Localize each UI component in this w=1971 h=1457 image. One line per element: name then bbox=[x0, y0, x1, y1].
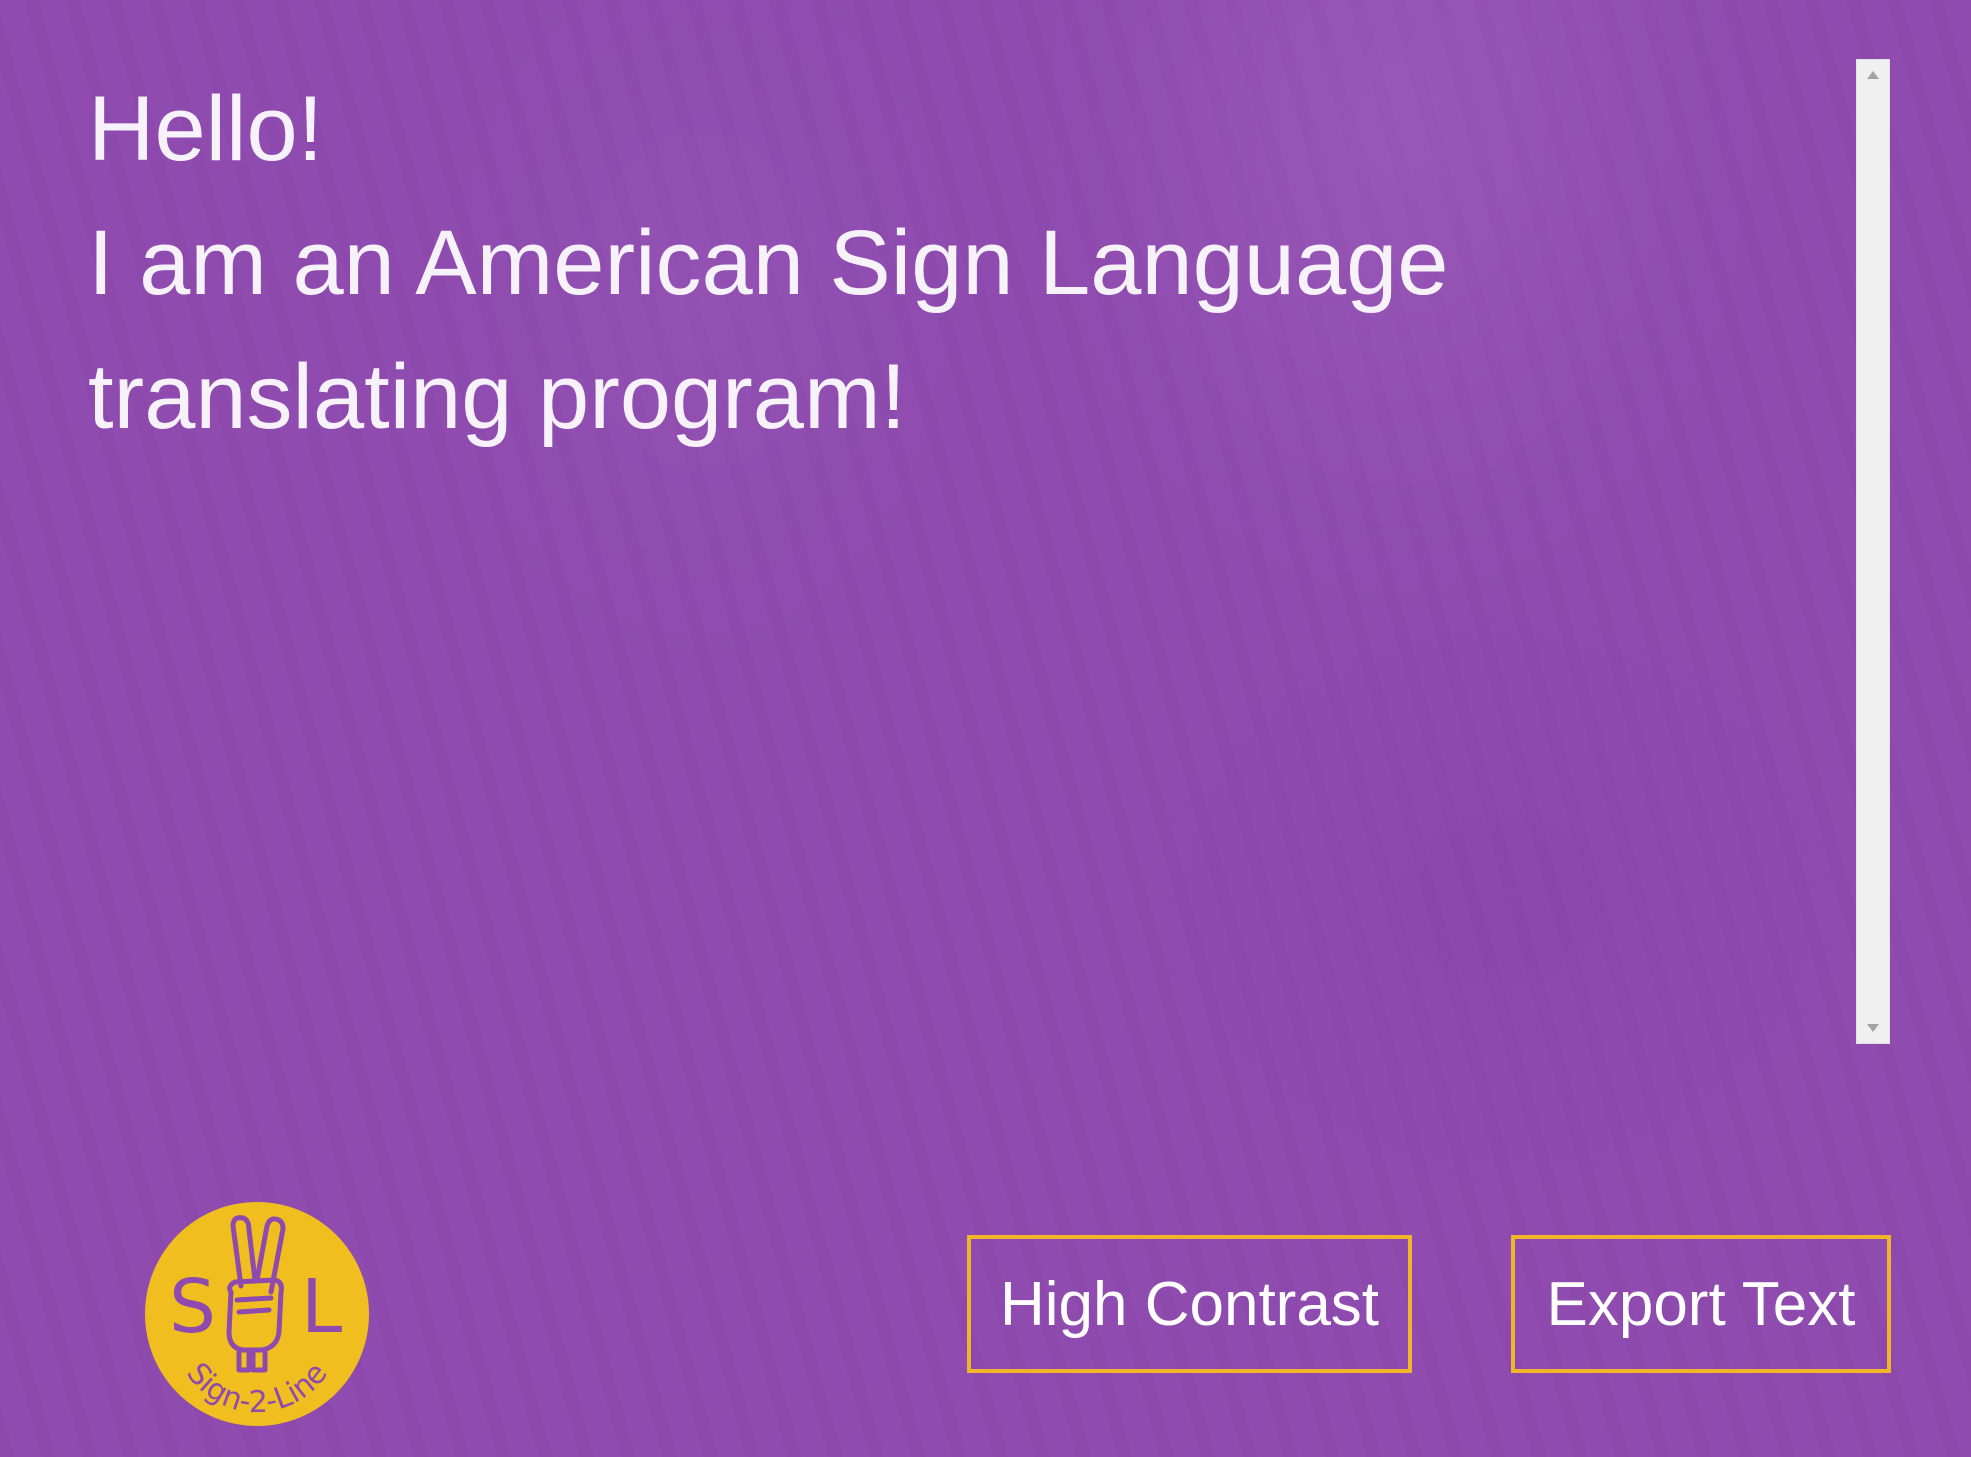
translation-text-area[interactable]: Hello! I am an American Sign Language tr… bbox=[88, 62, 1788, 1042]
logo-letter-s: S bbox=[169, 1264, 216, 1350]
transcript-line: I am an American Sign Language bbox=[88, 212, 1449, 314]
transcript-line: Hello! bbox=[88, 78, 324, 180]
logo-letter-l: L bbox=[301, 1264, 342, 1350]
high-contrast-button[interactable]: High Contrast bbox=[967, 1235, 1412, 1373]
scroll-down-arrow-icon[interactable] bbox=[1857, 1017, 1889, 1039]
vertical-scrollbar[interactable] bbox=[1856, 59, 1890, 1044]
transcript-line: translating program! bbox=[88, 346, 907, 448]
scroll-up-arrow-icon[interactable] bbox=[1857, 64, 1889, 86]
sign-2-line-logo: S L Sign-2-Line bbox=[143, 1200, 371, 1428]
export-text-button[interactable]: Export Text bbox=[1511, 1235, 1891, 1373]
